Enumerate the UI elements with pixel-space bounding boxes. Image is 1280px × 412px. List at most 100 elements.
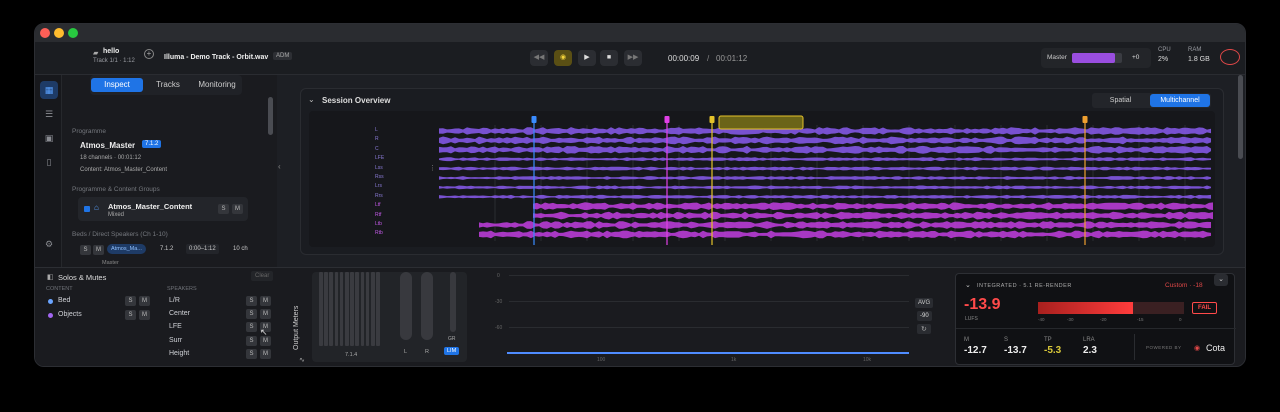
content-heading: CONTENT	[46, 286, 73, 292]
channel-waveform	[439, 145, 1211, 154]
inspector-tabs: Inspect Tracks Monitoring	[90, 75, 242, 95]
solo-button[interactable]: S	[246, 309, 257, 320]
channel-waveform	[479, 221, 1211, 229]
record-button[interactable]: ◉	[554, 50, 572, 66]
bed-solo-button[interactable]: S	[80, 245, 91, 255]
programme-badge: 7.1.2	[142, 140, 162, 148]
speakers-heading: SPEAKERS	[167, 286, 197, 292]
main-scrollbar[interactable]	[1238, 75, 1243, 159]
mute-button[interactable]: M	[260, 296, 271, 306]
panel-toggle-icon[interactable]: ◧	[47, 273, 54, 281]
content-color-dot	[48, 299, 53, 304]
speaker-item-height: Height	[169, 349, 190, 357]
sliders-icon[interactable]: ☰	[40, 105, 58, 123]
status-ring-icon[interactable]	[1220, 49, 1240, 65]
collapse-chevron-icon[interactable]: ⌄	[308, 95, 315, 104]
minimize-window-button[interactable]	[54, 28, 64, 38]
tab-inspect[interactable]: Inspect	[91, 78, 143, 92]
gridline	[509, 301, 909, 302]
group-solo-button[interactable]: S	[218, 204, 229, 214]
bed-caption: Master	[102, 260, 119, 266]
bed-chip[interactable]: Atmos_Ma...	[107, 244, 146, 254]
playhead-handle[interactable]	[531, 116, 537, 123]
master-gain-control[interactable]: Master +0	[1041, 48, 1151, 68]
spectrum-scale-0: 0	[497, 273, 500, 279]
project-name: hello	[103, 48, 120, 55]
add-icon[interactable]: +	[144, 49, 154, 59]
marker-orange-handle[interactable]	[1082, 116, 1088, 123]
selection-region[interactable]	[718, 115, 804, 130]
mute-button[interactable]: M	[139, 310, 150, 320]
avg-button[interactable]: AVG	[915, 298, 934, 308]
integrated-unit: LUFS	[965, 316, 978, 322]
loudness-chevron-icon[interactable]: ⌄	[965, 281, 971, 289]
close-window-button[interactable]	[40, 28, 50, 38]
solo-button[interactable]: S	[246, 348, 257, 359]
bed-range: 0:00–1:12	[186, 244, 219, 254]
time-separator: /	[707, 54, 710, 63]
fast-forward-button[interactable]: ▶▶	[624, 50, 642, 66]
cpu-value: 2%	[1158, 56, 1169, 63]
master-fader-fill	[1072, 53, 1115, 63]
m-value: -12.7	[964, 345, 987, 356]
programme-channels: 18 channels · 00:01:12	[80, 155, 142, 161]
folder-icon: ▰	[93, 50, 99, 57]
group-mute-button[interactable]: M	[232, 204, 243, 214]
view-spatial-button[interactable]: Spatial	[1093, 94, 1148, 107]
solo-button[interactable]: S	[125, 310, 136, 320]
waveform-area[interactable]: ⋮ L R C LFE Lss Rss Lrs Rrs Ltf Rtf Ltb Rtb	[309, 111, 1215, 247]
loudness-target[interactable]: Custom · -18	[1165, 282, 1203, 289]
overview-title: Session Overview	[322, 96, 391, 105]
grid-icon[interactable]: ▦	[40, 81, 58, 99]
solo-button[interactable]: S	[246, 335, 257, 346]
loud-scale-30: -30	[1067, 317, 1074, 322]
content-group-row[interactable]: ⌂ Atmos_Master_Content Mixed S M	[78, 197, 248, 221]
clear-button[interactable]: Clear	[251, 271, 274, 281]
rewind-icon: ◀◀	[533, 54, 545, 61]
solos-title: Solos & Mutes	[58, 273, 107, 282]
inspector-scrollbar[interactable]	[268, 97, 273, 135]
speaker-icon[interactable]: ▯	[40, 153, 58, 171]
loudness-panel: ⌄ INTEGRATED · 5.1 RE-RENDER Custom · -1…	[955, 273, 1236, 365]
zoom-window-button[interactable]	[68, 28, 78, 38]
spectrum-tick-1k: 1k	[731, 357, 737, 363]
output-meters-title: Output Meters	[293, 305, 300, 350]
mute-button[interactable]: M	[139, 296, 150, 306]
rewind-button[interactable]: ◀◀	[530, 50, 548, 66]
view-multichannel-button[interactable]: Multichannel	[1150, 94, 1210, 107]
reset-icon[interactable]: ↻	[917, 324, 931, 334]
solo-button[interactable]: S	[246, 322, 257, 333]
bed-format: 7.1.2	[160, 246, 174, 252]
loudness-bar	[1038, 302, 1184, 314]
toolbar: ▰ hello Track 1/1 · 1:12 + Illuma - Demo…	[35, 42, 1245, 75]
tab-monitoring[interactable]: Monitoring	[193, 78, 241, 92]
channel-waveform	[439, 136, 1211, 145]
limiter-toggle[interactable]: LIM	[444, 347, 460, 355]
marker-yellow-handle[interactable]	[709, 116, 715, 123]
mute-button[interactable]: M	[260, 348, 271, 359]
marker-magenta-handle[interactable]	[664, 116, 670, 123]
speaker-item-center: Center	[169, 310, 191, 318]
master-fader[interactable]	[1072, 53, 1122, 63]
bed-mute-button[interactable]: M	[93, 245, 104, 255]
waveform-svg	[439, 115, 1213, 245]
lra-value: 2.3	[1083, 345, 1097, 356]
time-current: 00:00:09	[668, 54, 700, 63]
channel-waveform	[533, 211, 1213, 220]
tab-tracks[interactable]: Tracks	[145, 78, 191, 92]
channel-waveform	[479, 230, 1211, 239]
stop-button[interactable]: ■	[600, 50, 618, 66]
play-button[interactable]: ▶	[578, 50, 596, 66]
dock-expand-chevron-icon[interactable]: ⌄	[1214, 274, 1228, 286]
collapse-panel-chevron-icon[interactable]: ‹	[278, 162, 281, 171]
mute-button[interactable]: M	[260, 309, 271, 320]
settings-gear-icon[interactable]: ⚙	[40, 235, 58, 253]
fast-forward-icon: ▶▶	[627, 54, 639, 61]
l-label: L	[404, 349, 408, 355]
solo-button[interactable]: S	[125, 296, 136, 306]
solo-button[interactable]: S	[246, 296, 257, 306]
speaker-item-lr: L/R	[169, 297, 180, 304]
content-color-dot	[48, 313, 53, 318]
programme-name: Atmos_Master	[80, 141, 136, 150]
video-icon[interactable]: ▣	[40, 129, 58, 147]
